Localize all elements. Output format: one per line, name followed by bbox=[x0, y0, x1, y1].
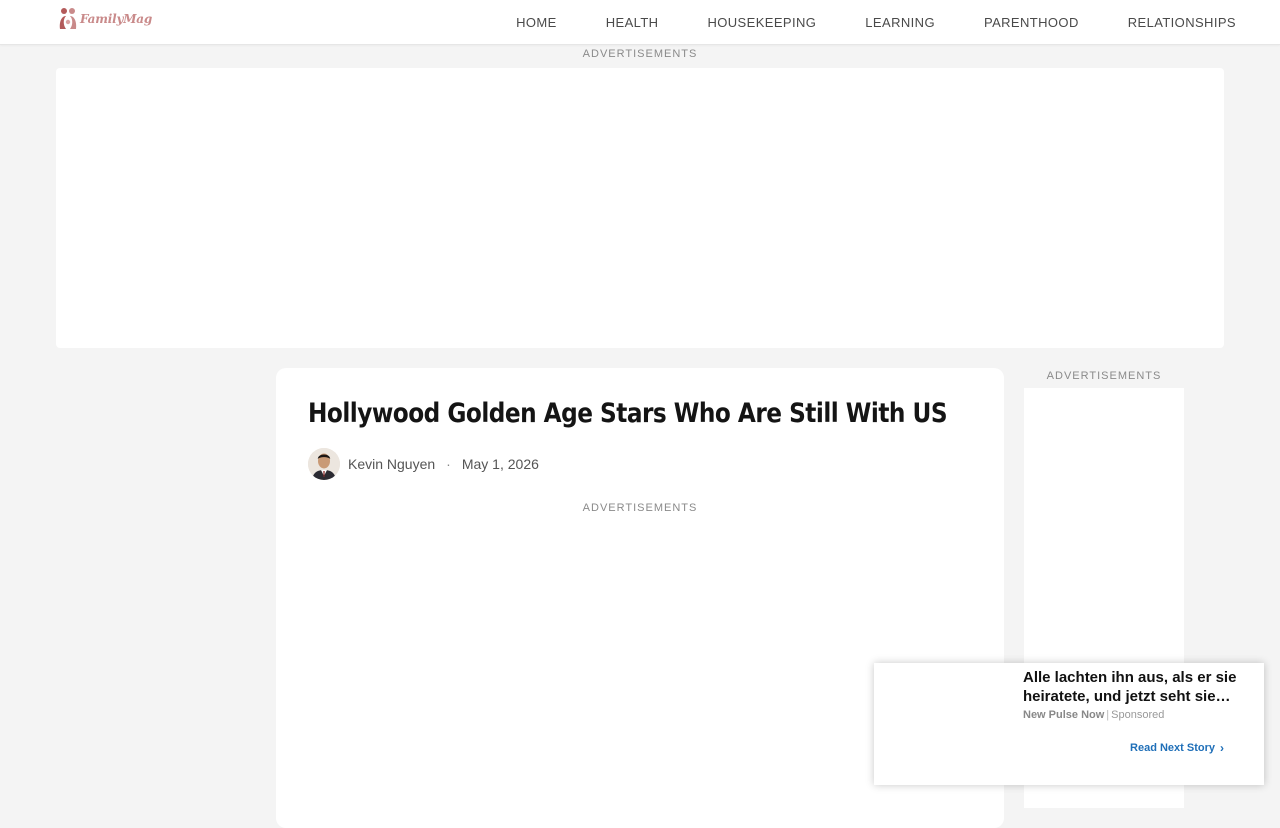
site-logo[interactable]: FamilyMag bbox=[58, 5, 158, 33]
popup-headline[interactable]: Alle lachten ihn aus, als er sie heirate… bbox=[1023, 668, 1255, 706]
sponsored-popup[interactable]: Alle lachten ihn aus, als er sie heirate… bbox=[874, 663, 1264, 785]
site-header: FamilyMag HOME HEALTH HOUSEKEEPING LEARN… bbox=[0, 0, 1280, 45]
nav-health[interactable]: HEALTH bbox=[606, 15, 659, 30]
main-nav: HOME HEALTH HOUSEKEEPING LEARNING PARENT… bbox=[516, 0, 1236, 45]
popup-thumbnail[interactable] bbox=[874, 663, 1014, 785]
byline: Kevin Nguyen · May 1, 2026 bbox=[308, 448, 539, 480]
popup-sponsored-label: Sponsored bbox=[1111, 709, 1165, 721]
read-next-story-button[interactable]: Read Next Story › bbox=[1130, 741, 1224, 755]
author-name[interactable]: Kevin Nguyen bbox=[348, 456, 435, 472]
top-ad-slot[interactable] bbox=[56, 68, 1224, 348]
read-next-story-label: Read Next Story bbox=[1130, 742, 1215, 754]
logo-text: FamilyMag bbox=[80, 12, 153, 26]
ad-label-side: ADVERTISEMENTS bbox=[1046, 370, 1162, 382]
popup-divider: | bbox=[1106, 709, 1110, 721]
popup-source: New Pulse Now | Sponsored bbox=[1023, 709, 1164, 721]
publish-date: May 1, 2026 bbox=[461, 456, 539, 472]
article-title: Hollywood Golden Age Stars Who Are Still… bbox=[308, 398, 948, 429]
nav-parenthood[interactable]: PARENTHOOD bbox=[984, 15, 1079, 30]
nav-relationships[interactable]: RELATIONSHIPS bbox=[1128, 15, 1236, 30]
nav-learning[interactable]: LEARNING bbox=[865, 15, 935, 30]
nav-home[interactable]: HOME bbox=[516, 15, 557, 30]
popup-brand: New Pulse Now bbox=[1023, 709, 1105, 721]
author-avatar[interactable] bbox=[308, 448, 340, 480]
byline-separator: · bbox=[446, 456, 451, 472]
ad-label-inline: ADVERTISEMENTS bbox=[582, 502, 698, 514]
ad-label-top: ADVERTISEMENTS bbox=[582, 48, 698, 60]
nav-housekeeping[interactable]: HOUSEKEEPING bbox=[707, 15, 816, 30]
chevron-right-icon: › bbox=[1220, 741, 1224, 755]
family-logo-icon bbox=[59, 8, 77, 29]
